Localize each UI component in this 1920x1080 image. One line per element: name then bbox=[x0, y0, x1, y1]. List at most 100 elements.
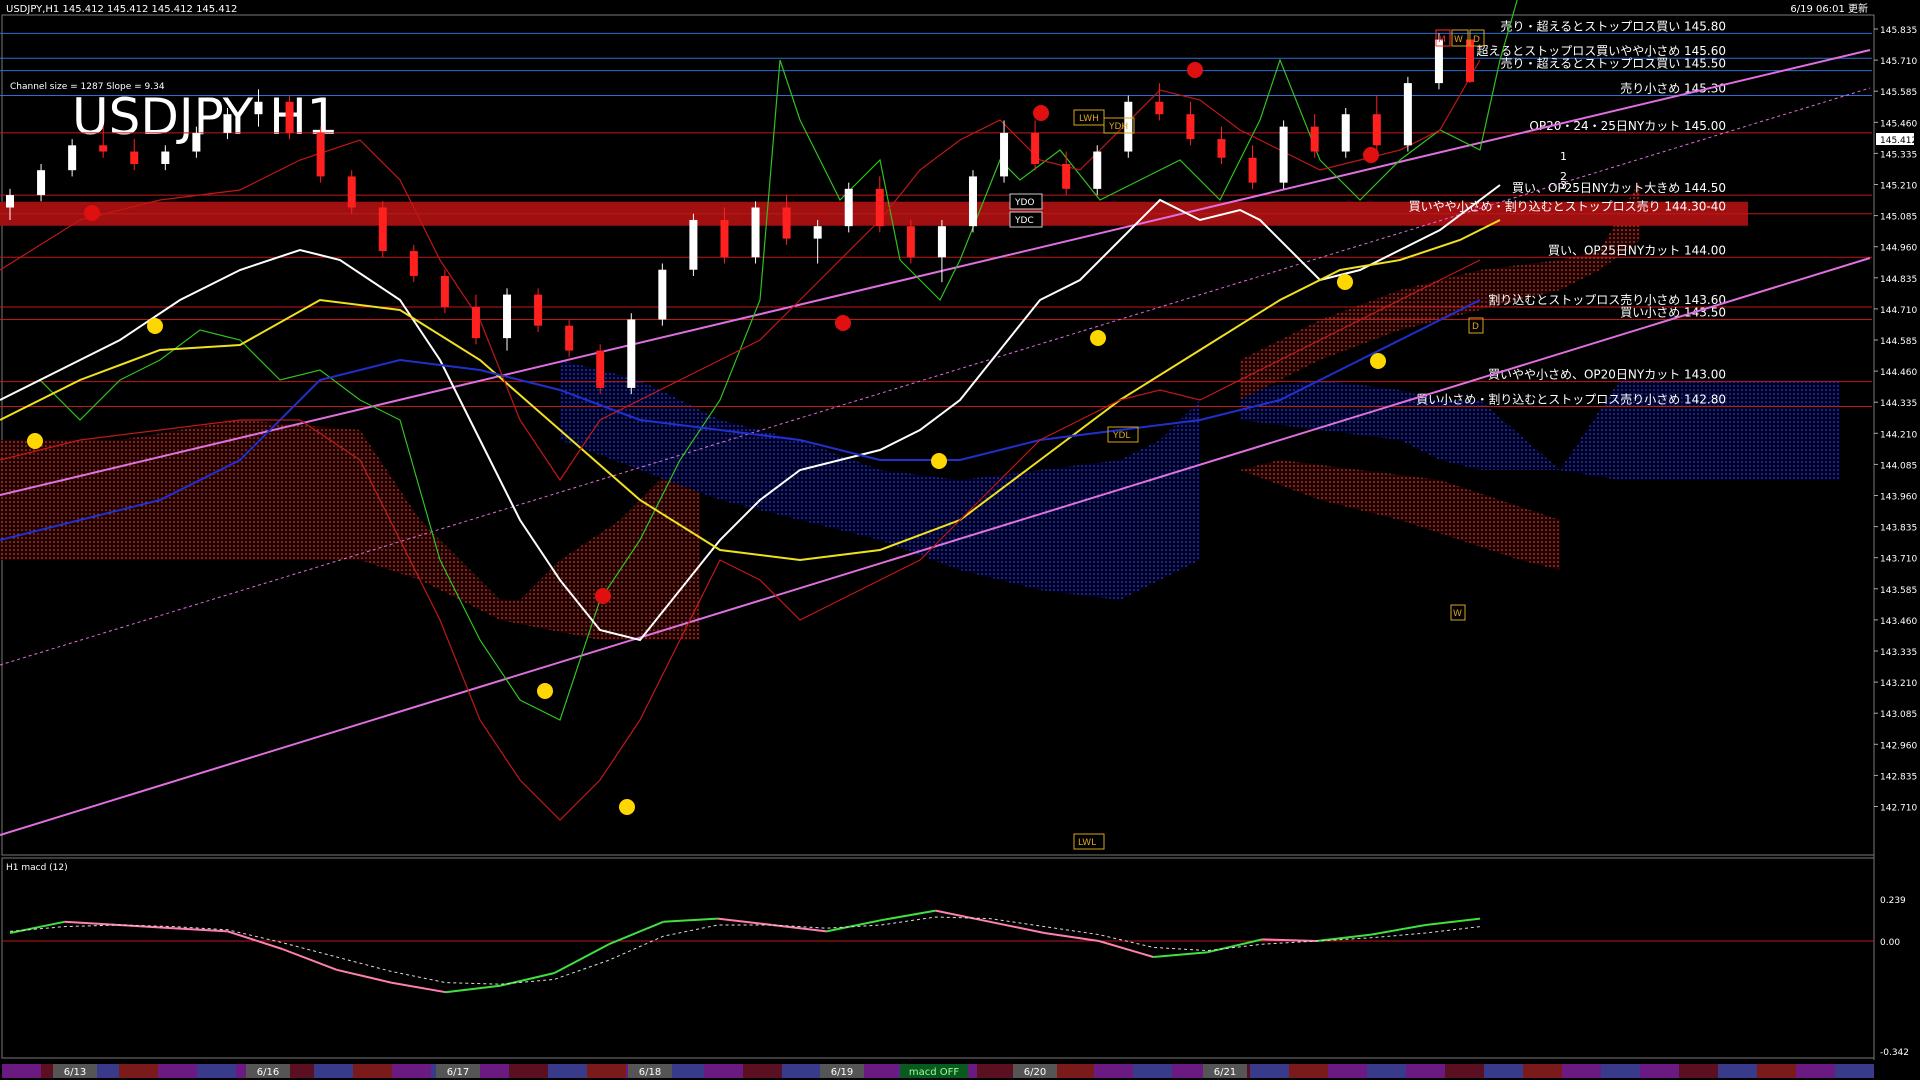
candle-body bbox=[596, 350, 605, 388]
candle-body bbox=[1248, 157, 1257, 183]
svg-text:W: W bbox=[1453, 609, 1462, 619]
timestamp: 6/19 06:01 更新 bbox=[1790, 2, 1868, 15]
candle-body bbox=[813, 226, 822, 239]
candle-body bbox=[378, 207, 387, 252]
price-tick: 142.835 bbox=[1880, 772, 1917, 782]
price-tick: 144.835 bbox=[1880, 275, 1917, 285]
date-label: 6/16 bbox=[257, 1067, 279, 1078]
level-label: 売り・超えるとストップロス買い 145.50 bbox=[1501, 56, 1726, 71]
candle-body bbox=[968, 176, 977, 227]
candle-body bbox=[37, 170, 46, 196]
price-tick: 145.835 bbox=[1880, 26, 1917, 36]
svg-text:LWL: LWL bbox=[1078, 838, 1096, 848]
candle-body bbox=[565, 325, 574, 351]
candle-body bbox=[347, 176, 356, 208]
candle-body bbox=[534, 294, 543, 326]
level-label: OP20・24・25日NYカット 145.00 bbox=[1529, 119, 1726, 133]
candle-body bbox=[99, 145, 108, 152]
candle-body bbox=[409, 251, 418, 276]
svg-text:D: D bbox=[1472, 322, 1479, 332]
candle-body bbox=[627, 319, 636, 388]
candle-body bbox=[254, 101, 263, 115]
svg-text:M: M bbox=[1438, 35, 1446, 45]
symbol-header: USDJPY,H1 145.412 145.412 145.412 145.41… bbox=[6, 4, 237, 15]
candle-body bbox=[1403, 83, 1412, 146]
level-label: 売り・超えるとストップロス買い 145.80 bbox=[1501, 18, 1726, 33]
candle-body bbox=[1062, 163, 1071, 189]
candle-body bbox=[689, 219, 698, 270]
usdjpy-h1-chart: USDJPY,H1 145.412 145.412 145.412 145.41… bbox=[0, 0, 1920, 1080]
chart-big-title: USDJPY H1 bbox=[72, 88, 338, 146]
channel-number-labels: 1 2 3 bbox=[1560, 150, 1567, 192]
candle-body bbox=[658, 269, 667, 320]
price-tick: 144.335 bbox=[1880, 399, 1917, 409]
candle-body bbox=[1031, 132, 1040, 164]
price-tick: 143.710 bbox=[1880, 555, 1917, 565]
price-tick: 144.960 bbox=[1880, 244, 1917, 254]
price-tick: 143.960 bbox=[1880, 493, 1917, 503]
candle-body bbox=[1155, 101, 1164, 115]
date-label: 6/13 bbox=[64, 1067, 86, 1078]
date-label: 6/20 bbox=[1024, 1067, 1046, 1078]
macd-off-toggle[interactable]: macd OFF bbox=[909, 1067, 960, 1078]
svg-text:D: D bbox=[1473, 35, 1480, 45]
candle-body bbox=[1341, 114, 1350, 152]
candle-body bbox=[906, 226, 915, 258]
svg-text:LWH: LWH bbox=[1079, 114, 1099, 124]
price-tick: 145.460 bbox=[1880, 119, 1917, 129]
candle-body bbox=[720, 219, 729, 258]
price-tick: 145.335 bbox=[1880, 150, 1917, 160]
candle-body bbox=[1093, 151, 1102, 189]
candle-body bbox=[440, 275, 449, 308]
price-tick: 145.210 bbox=[1880, 182, 1917, 192]
date-label: 6/18 bbox=[639, 1067, 661, 1078]
svg-text:YDH: YDH bbox=[1108, 122, 1128, 132]
date-label: 6/17 bbox=[447, 1067, 469, 1078]
level-label: 買いやや小さめ、OP20日NYカット 143.00 bbox=[1488, 368, 1726, 382]
svg-text:YDO: YDO bbox=[1014, 198, 1035, 208]
candle-body bbox=[844, 188, 853, 227]
price-tick: 145.710 bbox=[1880, 57, 1917, 67]
price-tick: 144.460 bbox=[1880, 368, 1917, 378]
svg-text:-0.342: -0.342 bbox=[1880, 1048, 1909, 1058]
candle-body bbox=[68, 145, 77, 171]
candle-body bbox=[782, 207, 791, 239]
candle-body bbox=[875, 188, 884, 227]
price-tick: 144.585 bbox=[1880, 337, 1917, 347]
price-tick: 143.210 bbox=[1880, 679, 1917, 689]
svg-text:YDL: YDL bbox=[1112, 431, 1130, 441]
candle-body bbox=[161, 151, 170, 164]
price-tick: 144.210 bbox=[1880, 430, 1917, 440]
candle-body bbox=[130, 151, 139, 164]
date-label: 6/19 bbox=[831, 1067, 853, 1078]
candle-body bbox=[285, 101, 294, 133]
price-tick: 145.585 bbox=[1880, 88, 1917, 98]
time-axis: 6/13 6/16 6/17 6/18 6/19 6/20 6/21 macd OFF bbox=[2, 1064, 1874, 1078]
price-tick: 144.710 bbox=[1880, 306, 1917, 316]
macd-label: H1 macd (12) bbox=[6, 863, 68, 873]
price-tick: 143.335 bbox=[1880, 648, 1917, 658]
candle-body bbox=[503, 294, 512, 339]
price-tick: 143.835 bbox=[1880, 524, 1917, 534]
date-label: 6/21 bbox=[1214, 1067, 1236, 1078]
candle-body bbox=[1279, 126, 1288, 183]
price-tick: 143.585 bbox=[1880, 586, 1917, 596]
svg-text:0.239: 0.239 bbox=[1880, 896, 1906, 906]
current-price: 145.412 bbox=[1880, 136, 1917, 146]
candle-body bbox=[1217, 139, 1226, 158]
candle-body bbox=[1186, 114, 1195, 140]
svg-text:0.00: 0.00 bbox=[1880, 938, 1900, 948]
candle-body bbox=[937, 226, 946, 258]
svg-text:3: 3 bbox=[1560, 179, 1567, 192]
candle-body bbox=[1000, 132, 1009, 177]
price-tick: 142.960 bbox=[1880, 741, 1917, 751]
level-label: 買いやや小さめ・割り込むとストップロス売り 144.30-40 bbox=[1409, 199, 1726, 214]
svg-text:YDC: YDC bbox=[1014, 216, 1034, 226]
svg-text:1: 1 bbox=[1560, 150, 1567, 163]
candle-body bbox=[316, 132, 325, 177]
price-tick: 143.085 bbox=[1880, 710, 1917, 720]
candle-body bbox=[223, 114, 232, 133]
candle-body bbox=[1310, 126, 1319, 152]
price-tick: 145.085 bbox=[1880, 213, 1917, 223]
candle-body bbox=[471, 307, 480, 339]
